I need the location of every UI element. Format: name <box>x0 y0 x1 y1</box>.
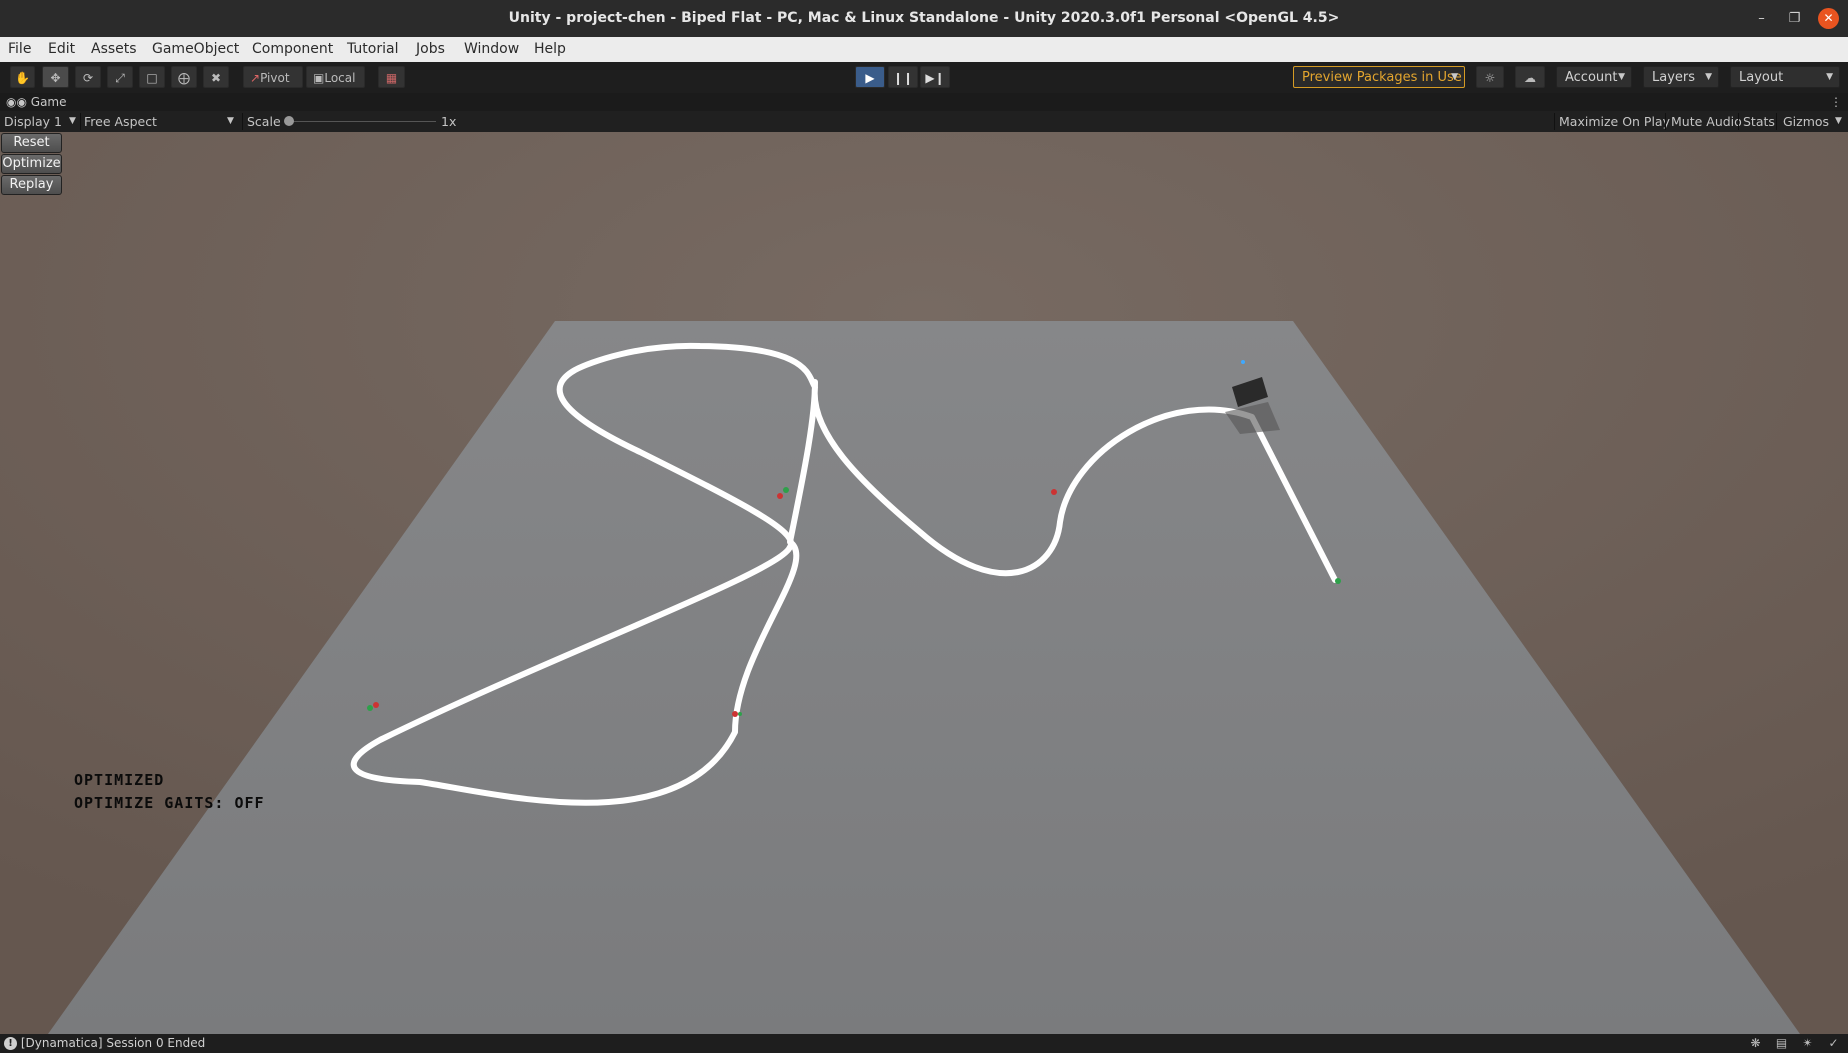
menu-help[interactable]: Help <box>534 37 566 62</box>
local-label: Local <box>324 71 356 85</box>
divider <box>1738 113 1739 130</box>
account-dropdown[interactable]: Account ▼ <box>1556 66 1632 88</box>
waypoint-marker <box>367 705 373 711</box>
game-view-bar: Display 1 ▼ Free Aspect ▼ Scale 1x Maximiz… <box>0 111 1848 133</box>
optimize-button[interactable]: Optimize <box>1 154 62 174</box>
waypoint-marker <box>732 711 738 717</box>
menu-edit[interactable]: Edit <box>48 37 75 62</box>
display-label: Display 1 <box>4 114 63 129</box>
waypoint-marker <box>777 493 783 499</box>
scale-tool-icon[interactable]: ⤢ <box>107 66 133 88</box>
waypoint-marker <box>1051 489 1057 495</box>
gamepad-icon: ◉◉ <box>6 95 27 109</box>
step-button[interactable]: ▶❙ <box>920 66 950 88</box>
game-tab-bar: ◉◉ Game ⋮ <box>0 93 1848 111</box>
menu-window[interactable]: Window <box>464 37 519 62</box>
window-title: Unity - project-chen - Biped Flat - PC, … <box>508 10 1340 26</box>
mute-audio-toggle[interactable]: Mute Audio <box>1671 111 1742 132</box>
layout-label: Layout <box>1739 70 1784 85</box>
pivot-toggle[interactable]: ↗Pivot <box>243 66 303 88</box>
preview-packages-dropdown[interactable]: Preview Packages in Use ▼ <box>1293 66 1465 88</box>
scale-value: 1x <box>441 114 457 129</box>
info-icon: ! <box>4 1037 17 1050</box>
gizmos-toggle[interactable]: Gizmos <box>1783 111 1829 132</box>
rotate-tool-icon[interactable]: ⟳ <box>75 66 101 88</box>
menu-component[interactable]: Component <box>252 37 333 62</box>
divider <box>80 113 81 130</box>
grid-snap-icon[interactable]: ▦ <box>378 66 405 88</box>
check-icon[interactable]: ✓ <box>1826 1036 1841 1051</box>
layers-label: Layers <box>1652 70 1696 85</box>
chevron-down-icon: ▼ <box>1451 72 1458 82</box>
display-dropdown[interactable]: Display 1 ▼ <box>4 111 76 132</box>
game-viewport[interactable]: Reset Optimize Replay OPTIMIZED OPTIMIZE… <box>0 132 1848 1034</box>
aspect-dropdown[interactable]: Free Aspect ▼ <box>84 111 238 132</box>
pivot-icon: ↗ <box>250 71 261 85</box>
play-button[interactable]: ▶ <box>855 66 885 88</box>
tab-game[interactable]: ◉◉ Game <box>6 93 67 111</box>
preview-packages-label: Preview Packages in Use <box>1302 70 1462 85</box>
status-bar: ! [Dynamatica] Session 0 Ended ❋ ▤ ✴ ✓ <box>0 1034 1848 1053</box>
status-message[interactable]: [Dynamatica] Session 0 Ended <box>21 1036 205 1050</box>
kebab-menu-icon[interactable]: ⋮ <box>1830 93 1842 111</box>
waypoint-marker <box>738 712 742 716</box>
optimize-gaits-status: OPTIMIZE GAITS: OFF <box>74 794 265 812</box>
reset-button[interactable]: Reset <box>1 133 62 153</box>
divider <box>1554 113 1555 130</box>
cache-icon[interactable]: ▤ <box>1774 1036 1789 1051</box>
divider <box>1776 113 1777 130</box>
chevron-down-icon[interactable]: ▼ <box>1835 111 1842 132</box>
close-icon[interactable]: ✕ <box>1818 8 1839 29</box>
menu-jobs[interactable]: Jobs <box>416 37 445 62</box>
aspect-label: Free Aspect <box>84 114 157 129</box>
divider <box>1665 113 1666 130</box>
hand-tool-icon[interactable]: ✋ <box>10 66 35 88</box>
local-icon: ▣ <box>313 71 325 85</box>
scene-render <box>0 132 1848 1034</box>
layers-dropdown[interactable]: Layers ▼ <box>1643 66 1719 88</box>
maximize-on-play-toggle[interactable]: Maximize On Play <box>1559 111 1670 132</box>
bug-icon[interactable]: ❋ <box>1748 1036 1763 1051</box>
waypoint-marker <box>1241 360 1245 364</box>
menu-bar: File Edit Assets GameObject Component Tu… <box>0 37 1848 62</box>
main-toolbar: ✋ ✥ ⟳ ⤢ □ ⨁ ✖ ↗Pivot ▣Local ▦ ▶ ❙❙ ▶❙ Pr… <box>0 62 1848 94</box>
cloud-icon[interactable]: ☁ <box>1515 66 1545 88</box>
chevron-down-icon: ▼ <box>69 116 76 126</box>
transform-tool-icon[interactable]: ⨁ <box>171 66 197 88</box>
restore-icon[interactable]: ❐ <box>1784 8 1805 29</box>
optimized-status: OPTIMIZED <box>74 771 165 789</box>
menu-assets[interactable]: Assets <box>91 37 137 62</box>
chevron-down-icon: ▼ <box>1618 72 1625 82</box>
tab-game-label: Game <box>30 95 67 109</box>
chevron-down-icon: ▼ <box>1826 72 1833 82</box>
scale-label: Scale <box>247 114 281 129</box>
waypoint-marker <box>1335 578 1341 584</box>
divider <box>242 113 243 130</box>
menu-gameobject[interactable]: GameObject <box>152 37 239 62</box>
window-titlebar: Unity - project-chen - Biped Flat - PC, … <box>0 0 1848 37</box>
menu-file[interactable]: File <box>8 37 31 62</box>
local-toggle[interactable]: ▣Local <box>306 66 365 88</box>
layout-dropdown[interactable]: Layout ▼ <box>1730 66 1840 88</box>
scale-slider-thumb[interactable] <box>284 116 294 126</box>
minimize-icon[interactable]: – <box>1751 8 1772 29</box>
pivot-label: Pivot <box>260 71 290 85</box>
rect-tool-icon[interactable]: □ <box>139 66 165 88</box>
menu-tutorial[interactable]: Tutorial <box>347 37 398 62</box>
waypoint-marker <box>783 487 789 493</box>
network-icon[interactable]: ✴ <box>1800 1036 1815 1051</box>
waypoint-marker <box>373 702 379 708</box>
account-label: Account <box>1565 70 1618 85</box>
replay-button[interactable]: Replay <box>1 175 62 195</box>
stats-toggle[interactable]: Stats <box>1743 111 1775 132</box>
pause-button[interactable]: ❙❙ <box>888 66 918 88</box>
custom-tool-icon[interactable]: ✖ <box>203 66 229 88</box>
chevron-down-icon: ▼ <box>1705 72 1712 82</box>
chevron-down-icon: ▼ <box>227 116 234 126</box>
scale-slider-track[interactable] <box>290 121 436 122</box>
move-tool-icon[interactable]: ✥ <box>42 66 69 88</box>
collab-icon[interactable]: ☼ <box>1476 66 1504 88</box>
